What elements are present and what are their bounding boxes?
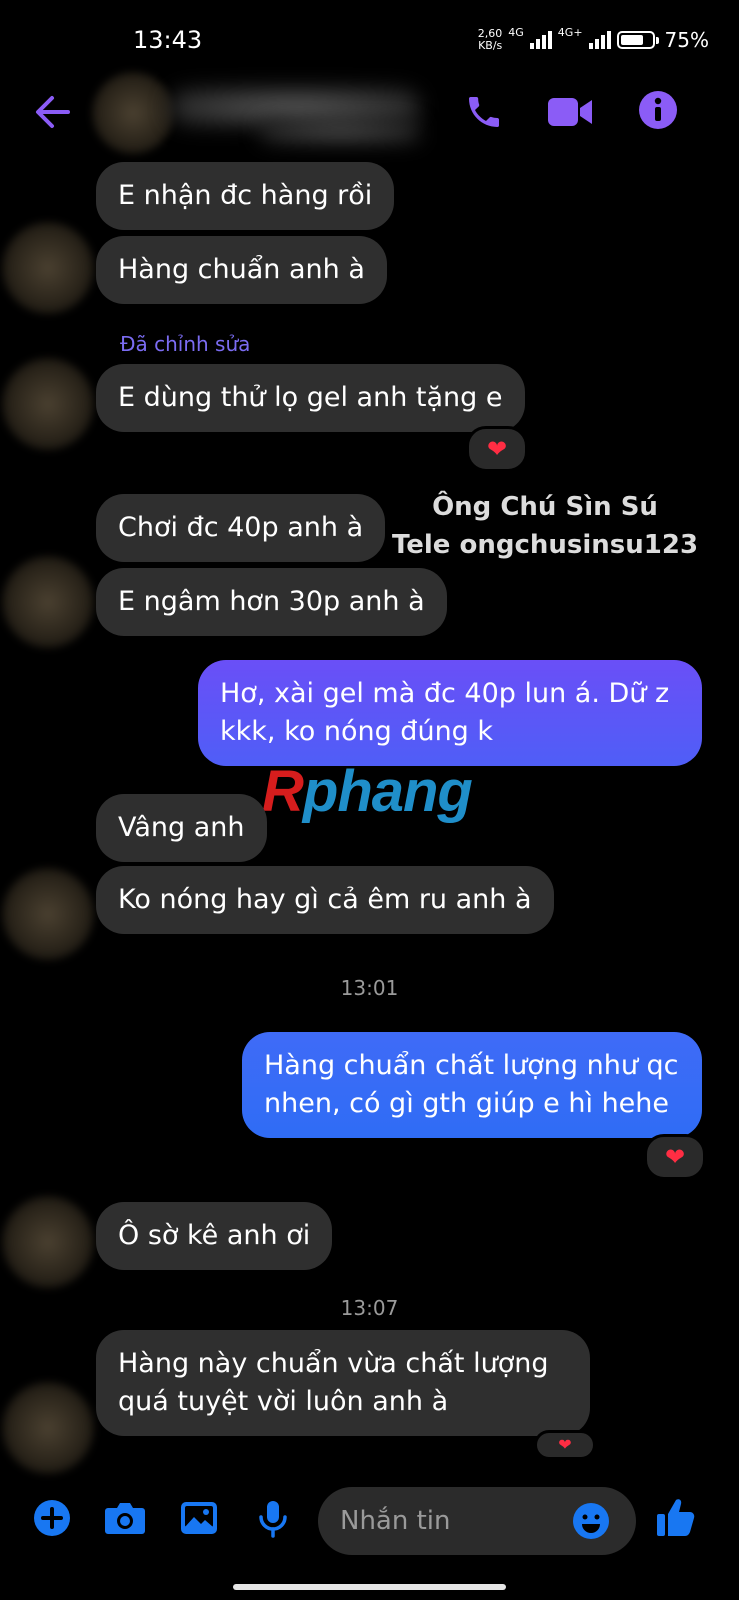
timestamp: 13:01 — [340, 976, 399, 1000]
avatar[interactable] — [2, 222, 94, 314]
video-call-button[interactable] — [548, 94, 594, 134]
avatar[interactable] — [2, 1382, 94, 1474]
plus-icon — [34, 1500, 70, 1536]
heart-icon: ❤ — [558, 1435, 572, 1454]
info-icon — [639, 91, 677, 129]
incoming-message[interactable]: E dùng thử lọ gel anh tặng e — [96, 364, 525, 432]
like-button[interactable] — [656, 1496, 696, 1542]
watermark: Ông Chú Sìn Sú Tele ongchusinsu123 — [390, 488, 700, 564]
avatar[interactable] — [2, 358, 94, 450]
avatar[interactable] — [2, 1196, 94, 1288]
incoming-message[interactable]: Chơi đc 40p anh à — [96, 494, 386, 562]
avatar[interactable] — [2, 556, 94, 648]
edited-label: Đã chỉnh sửa — [120, 332, 251, 356]
battery-icon — [616, 31, 659, 49]
emoji-icon — [573, 1503, 609, 1539]
watermark-logo: Rphang — [262, 758, 473, 825]
incoming-message[interactable]: Ko nóng hay gì cả êm ru anh à — [96, 866, 554, 934]
logo-letter: R — [262, 759, 304, 824]
avatar[interactable] — [2, 868, 94, 960]
network-speed-unit: KB/s — [478, 39, 503, 52]
arrow-left-icon — [36, 96, 70, 128]
video-camera-icon — [548, 98, 592, 126]
watermark-line-1: Ông Chú Sìn Sú — [432, 492, 658, 522]
gallery-button[interactable] — [180, 1500, 218, 1540]
battery-percent: 75% — [664, 28, 709, 52]
home-indicator[interactable] — [233, 1584, 506, 1590]
network-speed: 2,60 KB/s — [478, 28, 503, 52]
watermark-line-2: Tele ongchusinsu123 — [391, 530, 699, 560]
contact-name[interactable] — [170, 88, 420, 126]
microphone-icon — [259, 1501, 287, 1538]
info-button[interactable] — [638, 90, 678, 134]
heart-icon: ❤ — [486, 435, 508, 463]
camera-button[interactable] — [104, 1500, 146, 1540]
reaction-badge[interactable]: ❤ — [644, 1134, 706, 1180]
voice-button[interactable] — [258, 1500, 288, 1542]
call-button[interactable] — [464, 92, 504, 136]
incoming-message[interactable]: Hàng chuẩn anh à — [96, 236, 387, 304]
status-indicators: 2,60 KB/s 4G 4G+ 75% — [478, 26, 709, 52]
contact-avatar[interactable] — [92, 72, 174, 154]
incoming-message[interactable]: Ô sờ kê anh ơi — [96, 1202, 333, 1270]
outgoing-message[interactable]: Hàng chuẩn chất lượng như qc nhen, có gì… — [242, 1032, 702, 1138]
timestamp: 13:07 — [340, 1296, 399, 1320]
incoming-message[interactable]: Hàng này chuẩn vừa chất lượng quá tuyệt … — [96, 1330, 590, 1436]
incoming-message[interactable]: E ngâm hơn 30p anh à — [96, 568, 447, 636]
outgoing-message[interactable]: Hơ, xài gel mà đc 40p lun á. Dữ z kkk, k… — [198, 660, 702, 766]
image-icon — [181, 1502, 217, 1534]
thumbs-up-icon — [657, 1499, 695, 1536]
emoji-button[interactable] — [572, 1502, 610, 1544]
incoming-message[interactable]: Vâng anh — [96, 794, 267, 862]
contact-status — [260, 122, 420, 142]
signal-bars-icon — [529, 31, 552, 49]
incoming-message[interactable]: E nhận đc hàng rồi — [96, 162, 395, 230]
heart-icon: ❤ — [664, 1143, 686, 1171]
signal-label-2: 4G+ — [557, 26, 583, 39]
reaction-badge[interactable]: ❤ — [534, 1430, 596, 1460]
phone-icon — [469, 97, 499, 127]
logo-text: phang — [302, 759, 473, 824]
reaction-badge[interactable]: ❤ — [466, 426, 528, 472]
signal-label-1: 4G — [508, 26, 524, 39]
status-time: 13:43 — [133, 26, 203, 54]
signal-bars-icon — [588, 31, 611, 49]
camera-icon — [105, 1503, 145, 1534]
back-button[interactable] — [32, 92, 72, 136]
plus-button[interactable] — [34, 1500, 70, 1540]
